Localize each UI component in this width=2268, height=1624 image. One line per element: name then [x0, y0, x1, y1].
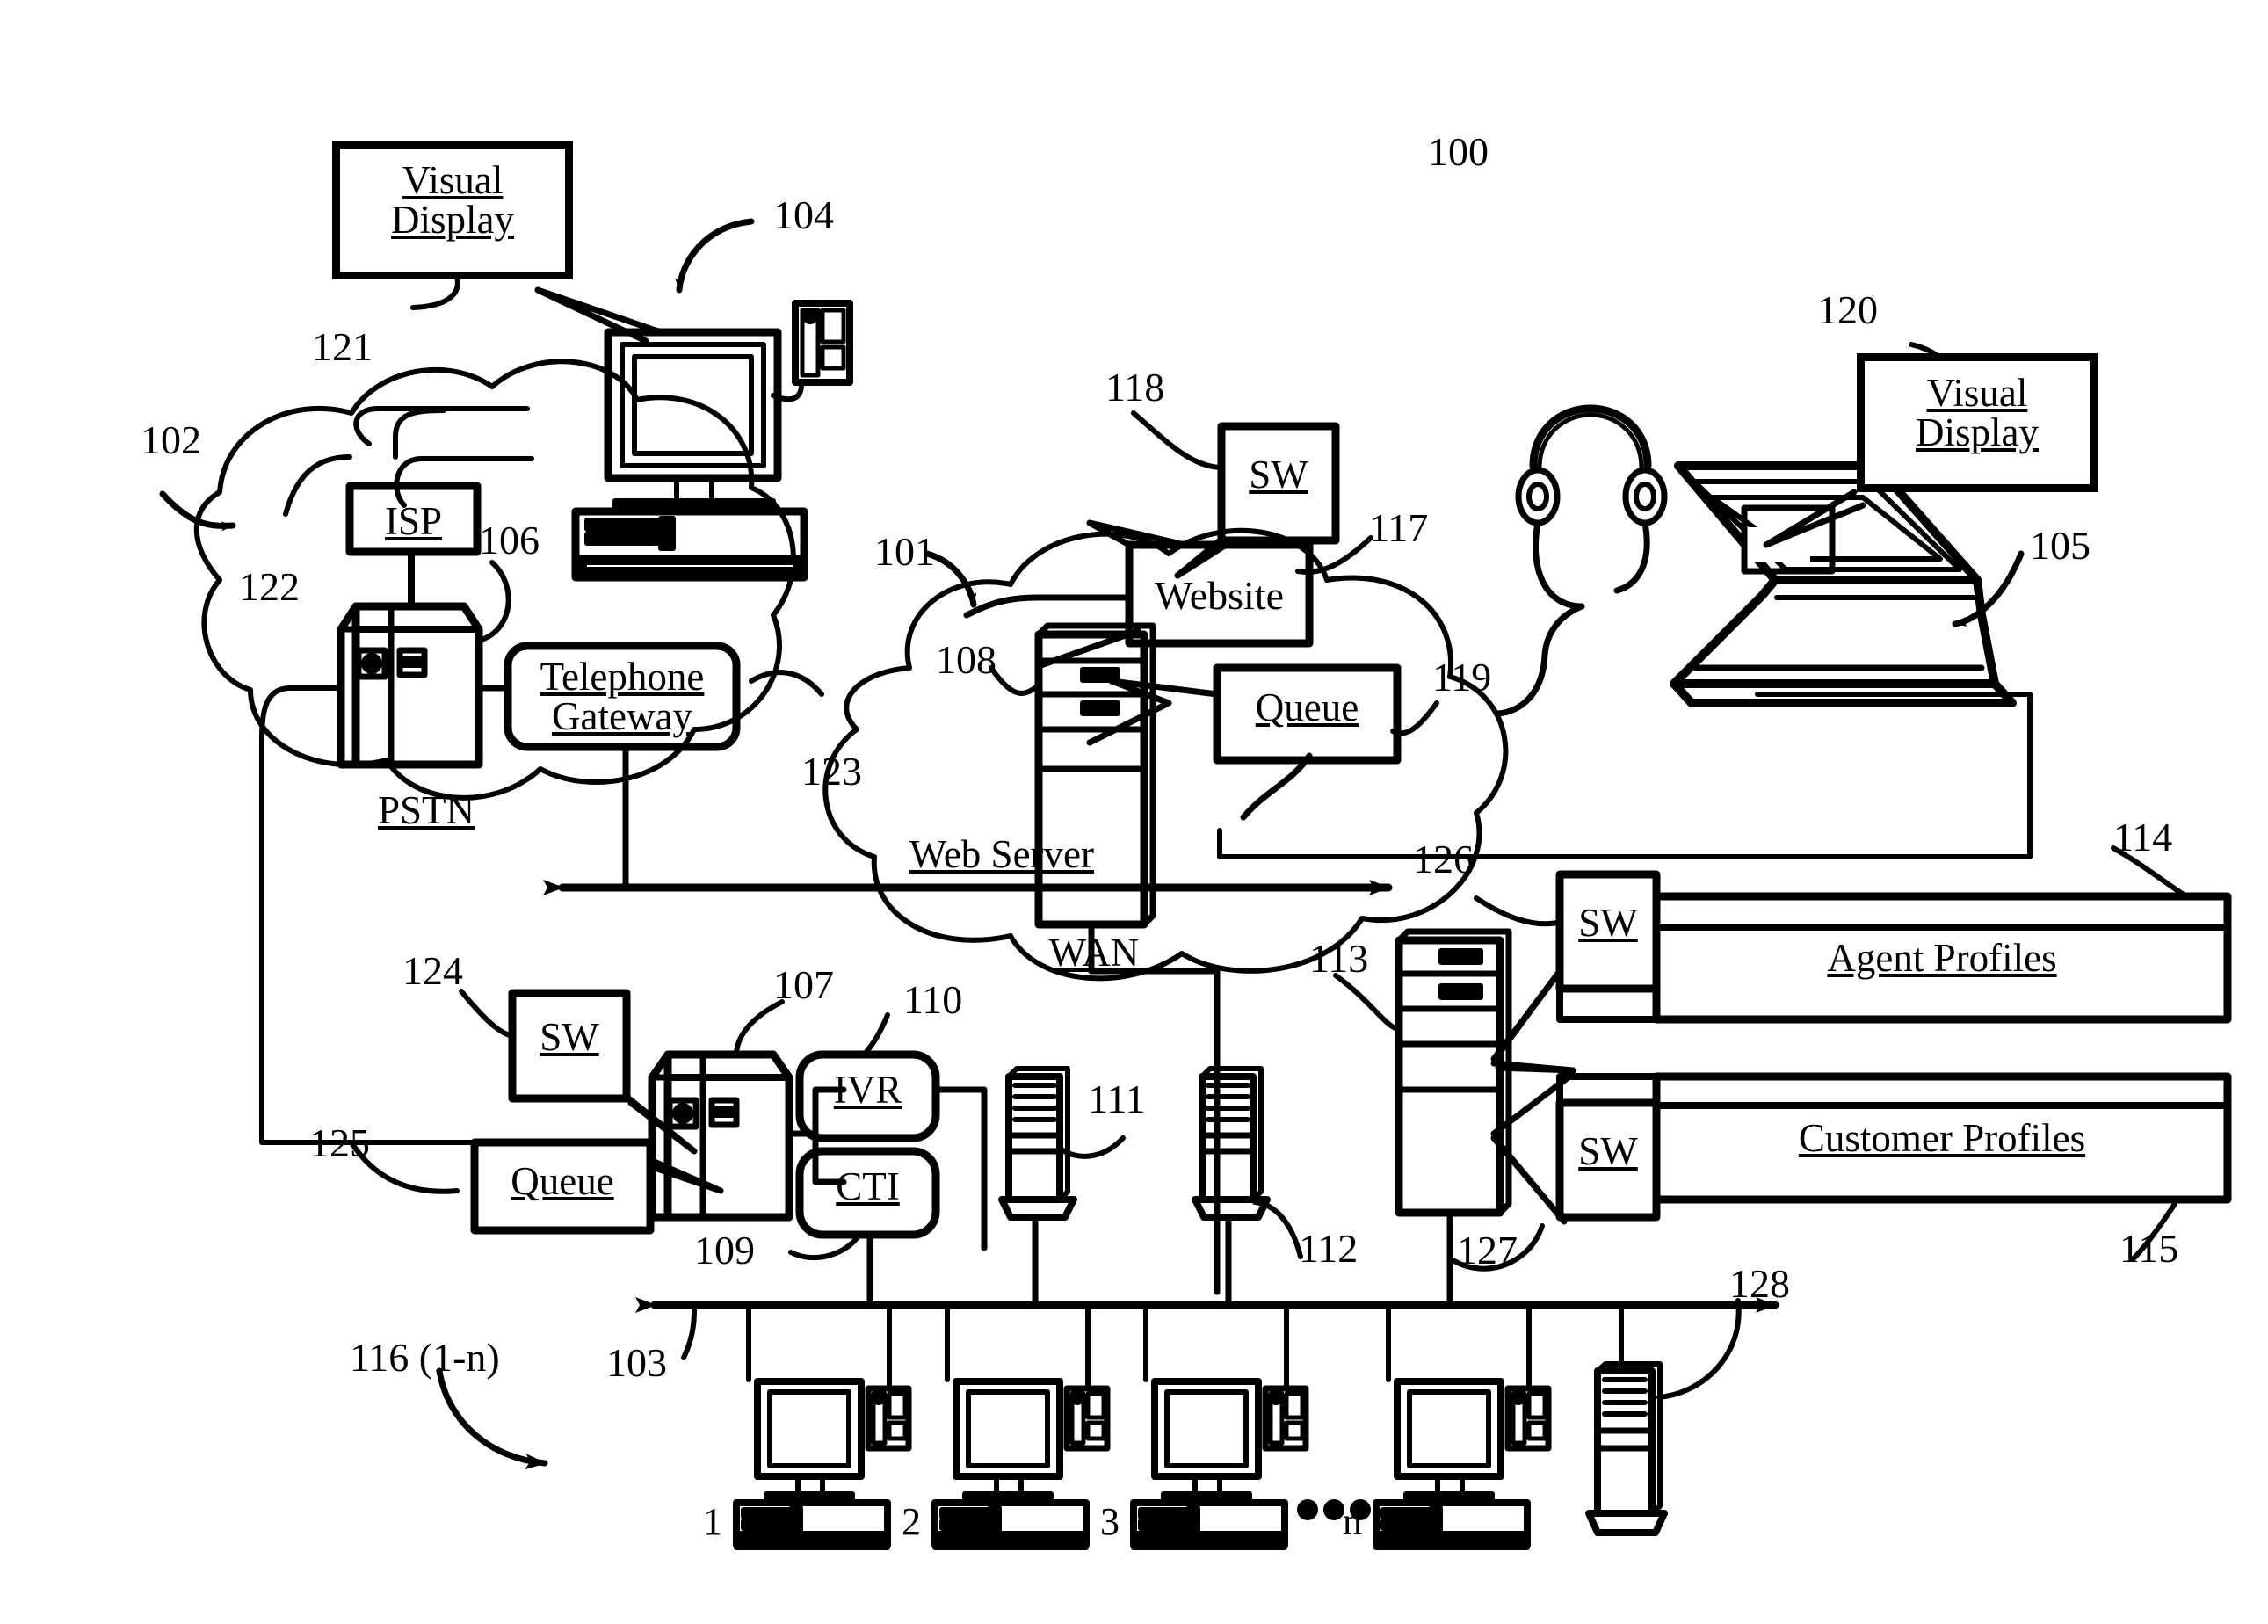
ref-102: 102 [141, 417, 201, 462]
workstation-label-3: 3 [1100, 1500, 1120, 1543]
website-label: Website [1154, 573, 1285, 618]
ref-100: 100 [1428, 129, 1489, 174]
ref-115: 115 [2119, 1226, 2179, 1271]
agent-profiles-label: Agent Profiles [1827, 936, 2057, 980]
customer-profiles-label: Customer Profiles [1798, 1116, 2086, 1160]
ref-110: 110 [903, 977, 963, 1022]
ref-109: 109 [694, 1228, 755, 1272]
ref-101: 101 [874, 529, 935, 574]
workstation-label-1: 1 [703, 1500, 722, 1543]
ref-118: 118 [1105, 365, 1165, 410]
workstation-label-2: 2 [902, 1500, 921, 1543]
agent-visual-display-box: Visual Display [1857, 353, 2098, 492]
ref-125: 125 [309, 1120, 370, 1165]
ref-124: 124 [402, 948, 463, 993]
pstn-label: PSTN [377, 788, 475, 832]
ref-123: 123 [801, 749, 862, 794]
web-queue-label: Queue [1255, 685, 1359, 729]
customer-visual-display-box: Visual Display [332, 141, 573, 279]
ref-116: 116 (1-n) [350, 1335, 500, 1380]
workstation-label-n: n [1343, 1500, 1362, 1543]
ref-106: 106 [479, 518, 540, 562]
ref-114: 114 [2113, 815, 2173, 859]
ref-120: 120 [1817, 287, 1878, 332]
wan-label: WAN [1048, 931, 1140, 975]
ref-111: 111 [1088, 1077, 1146, 1121]
ref-128: 128 [1729, 1261, 1790, 1306]
ref-121: 121 [312, 324, 373, 369]
ivr-label: IVR [833, 1068, 902, 1112]
ref-117: 117 [1369, 505, 1429, 550]
ref-127: 127 [1457, 1228, 1518, 1272]
ref-122: 122 [239, 564, 300, 609]
ref-108: 108 [936, 637, 996, 682]
customer-visual-display-line2: Display [391, 198, 514, 242]
ref-107: 107 [773, 962, 834, 1007]
agent-profiles-sw-label: SW [1578, 901, 1638, 945]
call-center-sw-label: SW [540, 1015, 599, 1059]
call-center-queue-label: Queue [511, 1159, 614, 1203]
ref-105: 105 [2030, 523, 2090, 568]
agent-visual-display-line2: Display [1916, 410, 2039, 454]
web-server-label: Web Server [909, 832, 1095, 876]
patent-figure-canvas: Visual Display Visual Display ISP Teleph… [0, 0, 2268, 1624]
customer-visual-display-line1: Visual [402, 158, 504, 202]
telephone-gateway-line1: Telephone [540, 655, 705, 699]
isp-label: ISP [384, 499, 443, 543]
website-sw-label: SW [1249, 453, 1308, 497]
ref-119: 119 [1432, 655, 1492, 700]
telephone-gateway-line2: Gateway [552, 694, 692, 738]
telephone-gateway-box: Telephone Gateway [508, 657, 736, 736]
ref-103: 103 [606, 1340, 667, 1385]
customer-profiles-sw-label: SW [1578, 1129, 1638, 1173]
cti-label: CTI [836, 1164, 900, 1208]
agent-visual-display-line1: Visual [1926, 371, 2028, 415]
ref-113: 113 [1309, 936, 1369, 981]
ref-104: 104 [773, 192, 834, 237]
ref-126: 126 [1413, 837, 1474, 881]
ref-112: 112 [1299, 1226, 1359, 1271]
